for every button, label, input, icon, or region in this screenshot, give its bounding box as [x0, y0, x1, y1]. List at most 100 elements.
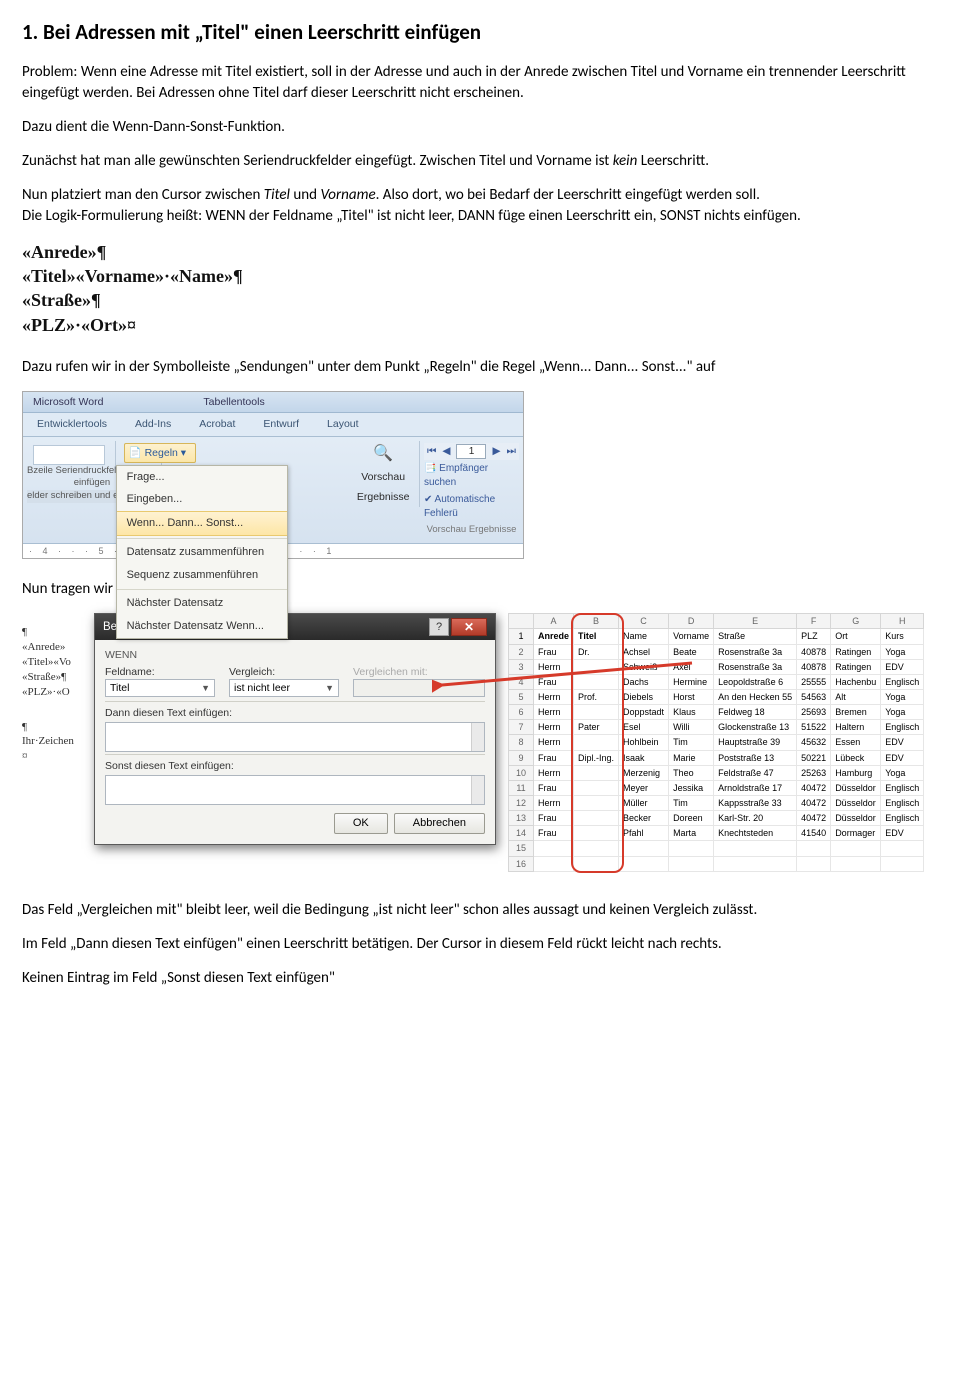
dann-text-input[interactable] — [105, 722, 485, 752]
auto-error-check-button[interactable]: ✔ Automatische Fehlerü — [424, 491, 519, 522]
menu-item-naechster-wenn[interactable]: Nächster Datensatz Wenn... — [117, 615, 287, 638]
ribbon-tab[interactable]: Entwicklertools — [23, 413, 121, 435]
cell: Dormager — [831, 826, 881, 841]
cell: Frau — [534, 811, 574, 826]
cell: Herrn — [534, 720, 574, 735]
column-header: G — [831, 614, 881, 629]
cell: 40878 — [797, 659, 831, 674]
cell — [574, 765, 619, 780]
ribbon-tab[interactable]: Acrobat — [185, 413, 249, 435]
column-header — [509, 614, 534, 629]
cell: Feldstraße 47 — [714, 765, 797, 780]
help-button[interactable]: ? — [429, 618, 449, 636]
cell: Theo — [669, 765, 714, 780]
cell: Karl-Str. 20 — [714, 811, 797, 826]
header-cell: Straße — [714, 629, 797, 644]
text: . Also dort, wo bei Bedarf der Leerschri… — [376, 186, 760, 204]
cell: Lübeck — [831, 750, 881, 765]
row-number: 1 — [509, 629, 534, 644]
row-number: 9 — [509, 750, 534, 765]
cell: Doreen — [669, 811, 714, 826]
sonst-text-input[interactable] — [105, 775, 485, 805]
regeln-dropdown-button[interactable]: 📄 Regeln ▾ — [124, 443, 196, 463]
menu-item-naechster[interactable]: Nächster Datensatz — [117, 592, 287, 615]
cell: Marta — [669, 826, 714, 841]
first-record-button[interactable]: ⏮ — [427, 444, 436, 458]
row-number: 16 — [509, 856, 534, 871]
cell: Becker — [619, 811, 669, 826]
close-button[interactable]: ✕ — [451, 618, 487, 636]
scrollbar[interactable] — [471, 723, 484, 751]
text: Die Logik-Formulierung heißt: WENN der F… — [22, 207, 801, 225]
vergleich-select[interactable]: ist nicht leer▼ — [229, 679, 339, 697]
prev-record-button[interactable]: ◀ — [442, 444, 450, 458]
menu-item-eingeben[interactable]: Eingeben... — [117, 488, 287, 511]
cell: Meyer — [619, 780, 669, 795]
paragraph: Keinen Eintrag im Feld „Sonst diesen Tex… — [22, 968, 938, 988]
record-number-field[interactable]: 1 — [456, 444, 486, 460]
row-number: 4 — [509, 674, 534, 689]
cell: Merzenig — [619, 765, 669, 780]
scrollbar[interactable] — [471, 776, 484, 804]
menu-item-datensatz[interactable]: Datensatz zusammenführen — [117, 541, 287, 564]
header-cell: Name — [619, 629, 669, 644]
cell: Hermine — [669, 674, 714, 689]
cell: Pater — [574, 720, 619, 735]
cell: Kappsstraße 33 — [714, 796, 797, 811]
cell: Herrn — [534, 690, 574, 705]
cell: Knechtsteden — [714, 826, 797, 841]
ribbon-tab[interactable]: Add-Ins — [121, 413, 185, 435]
insert-field-icon[interactable] — [33, 445, 105, 465]
emphasis: kein — [613, 152, 638, 170]
label-feldname: Feldname: — [105, 665, 215, 679]
cell: Marie — [669, 750, 714, 765]
row-number: 7 — [509, 720, 534, 735]
ribbon-tab[interactable]: Entwurf — [249, 413, 313, 435]
cell: 25263 — [797, 765, 831, 780]
ribbon-tab[interactable]: Layout — [313, 413, 373, 435]
feldname-select[interactable]: Titel▼ — [105, 679, 215, 697]
row-number: 11 — [509, 780, 534, 795]
find-recipient-button[interactable]: 📑 Empfänger suchen — [424, 460, 519, 491]
paragraph: Dazu dient die Wenn-Dann-Sonst-Funktion. — [22, 117, 938, 137]
cell: Englisch — [881, 674, 924, 689]
text: Nun platziert man den Cursor zwischen — [22, 186, 264, 204]
cell: Herrn — [534, 659, 574, 674]
cell: Frau — [534, 674, 574, 689]
cell: Alt — [831, 690, 881, 705]
next-record-button[interactable]: ▶ — [492, 444, 500, 458]
cell: Jessika — [669, 780, 714, 795]
cell: An den Hecken 55 — [714, 690, 797, 705]
menu-item-wenn-dann-sonst[interactable]: Wenn... Dann... Sonst... — [117, 511, 287, 536]
menu-item-frage[interactable]: Frage... — [117, 466, 287, 489]
row-number: 14 — [509, 826, 534, 841]
cell — [574, 841, 619, 856]
cell: Düsseldor — [831, 796, 881, 811]
preview-results-icon[interactable]: 🔍 — [351, 443, 415, 465]
cell — [574, 856, 619, 871]
paragraph: Nun platziert man den Cursor zwischen Ti… — [22, 185, 938, 226]
column-header: H — [881, 614, 924, 629]
cancel-button[interactable]: Abbrechen — [394, 813, 485, 834]
cell: EDV — [881, 826, 924, 841]
cell: Hohlbein — [619, 735, 669, 750]
text: und — [290, 186, 320, 204]
column-header: B — [574, 614, 619, 629]
cell — [714, 841, 797, 856]
header-cell: Titel — [574, 629, 619, 644]
ok-button[interactable]: OK — [334, 813, 388, 834]
cell: Englisch — [881, 720, 924, 735]
mergefield-line: «Anrede»¶ — [22, 240, 938, 264]
cell: Englisch — [881, 780, 924, 795]
chevron-down-icon: ▼ — [325, 682, 334, 694]
group-name: Vorschau Ergebnisse — [424, 522, 519, 537]
cell: Essen — [831, 735, 881, 750]
cell: EDV — [881, 659, 924, 674]
cell: Prof. — [574, 690, 619, 705]
cell — [831, 856, 881, 871]
header-cell: Vorname — [669, 629, 714, 644]
menu-item-sequenz[interactable]: Sequenz zusammenführen — [117, 564, 287, 587]
last-record-button[interactable]: ⏭ — [507, 444, 516, 458]
cell — [574, 659, 619, 674]
emphasis: Titel — [264, 186, 290, 204]
